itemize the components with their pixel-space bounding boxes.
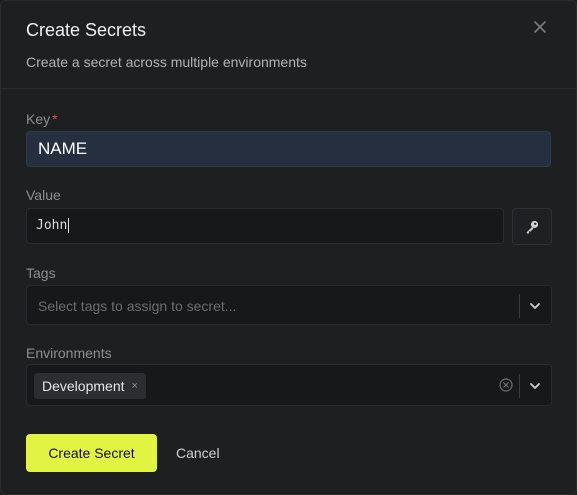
- generate-key-button[interactable]: [512, 208, 552, 245]
- key-icon: [526, 220, 539, 234]
- environment-chip: Development ×: [34, 373, 146, 399]
- value-label: Value: [26, 187, 61, 203]
- environments-select[interactable]: Development ×: [26, 364, 552, 406]
- select-divider: [519, 294, 520, 318]
- key-label: Key *: [26, 111, 58, 127]
- chevron-down-icon[interactable]: [528, 379, 542, 393]
- dialog-title: Create Secrets: [26, 20, 147, 40]
- create-secrets-dialog: Create Secrets Create a secret across mu…: [0, 0, 577, 495]
- dialog-subtitle: Create a secret across multiple environm…: [26, 54, 307, 70]
- tags-placeholder: Select tags to assign to secret...: [38, 298, 237, 314]
- cancel-button[interactable]: Cancel: [176, 445, 220, 461]
- value-input[interactable]: John: [26, 208, 504, 244]
- close-icon[interactable]: [532, 19, 548, 35]
- key-label-text: Key: [26, 111, 51, 127]
- required-marker: *: [52, 111, 58, 127]
- environment-chip-label: Development: [42, 378, 125, 394]
- tags-select[interactable]: Select tags to assign to secret...: [26, 285, 552, 325]
- clear-selection-icon[interactable]: [499, 378, 513, 392]
- create-secret-button[interactable]: Create Secret: [26, 434, 157, 472]
- remove-chip-icon[interactable]: ×: [132, 380, 138, 392]
- chevron-down-icon[interactable]: [528, 299, 542, 313]
- text-caret: [68, 218, 70, 233]
- environments-label: Environments: [26, 345, 112, 361]
- key-input[interactable]: NAME: [26, 131, 551, 167]
- dialog-header: Create Secrets Create a secret across mu…: [1, 1, 576, 89]
- select-divider: [519, 374, 520, 398]
- value-text: John: [36, 218, 68, 233]
- tags-label: Tags: [26, 265, 56, 281]
